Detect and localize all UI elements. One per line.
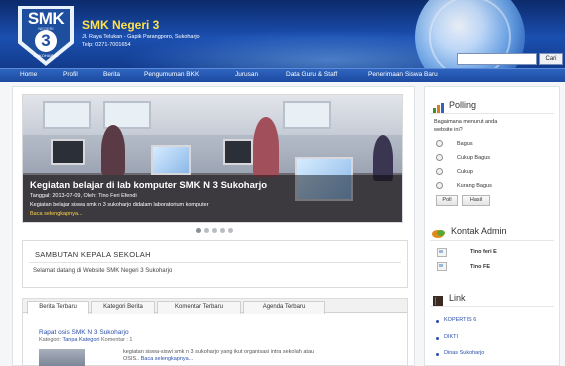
link-dikti[interactable]: DIKTI [444, 334, 458, 340]
page: SMK NEGERI 3 SUKOHARJO SMK Negeri 3 Jl. … [0, 0, 565, 366]
tab-kategori-berita[interactable]: Kategori Berita [91, 301, 155, 314]
nav-item-jurusan[interactable]: Jurusan [235, 71, 258, 78]
slide-photo-monitor [223, 139, 253, 165]
poll-option-label: Cukup [457, 169, 473, 175]
poll-radio-cukup[interactable] [436, 168, 443, 175]
logo-number: 3 [35, 30, 57, 52]
welcome-box: SAMBUTAN KEPALA SEKOLAH Selamat datang d… [22, 240, 408, 288]
divider [430, 306, 554, 307]
link-dinas-sukoharjo[interactable]: Dinas Sukoharjo [444, 350, 484, 356]
post-excerpt-line1: kegiatan siswa-siswi smk n 3 sukoharjo y… [123, 349, 315, 355]
contact-icon [432, 226, 446, 238]
slide-photo-monitor [151, 145, 191, 175]
slider-dot[interactable] [220, 228, 225, 233]
post-thumbnail[interactable] [39, 349, 85, 366]
admin-title: Kontak Admin [451, 226, 507, 236]
site-title[interactable]: SMK Negeri 3 [82, 18, 159, 32]
welcome-title: SAMBUTAN KEPALA SEKOLAH [35, 250, 151, 259]
search-button[interactable]: Cari [539, 53, 563, 65]
post-read-more-link[interactable]: Baca selengkapnya... [141, 356, 194, 362]
slide-photo-window [283, 101, 331, 129]
post-excerpt-line2: OSIS.. Baca selengkapnya... [123, 356, 193, 362]
admin-avatar[interactable] [437, 248, 447, 257]
slide-title[interactable]: Kegiatan belajar di lab komputer SMK N 3… [30, 180, 267, 191]
slide-photo-monitor [51, 139, 85, 165]
post-title-link[interactable]: Rapat osis SMK N 3 Sukoharjo [39, 329, 129, 336]
poll-option-label: Bagus [457, 141, 473, 147]
tab-komentar-terbaru[interactable]: Komentar Terbaru [157, 301, 241, 314]
tab-bar: Berita Terbaru Kategori Berita Komentar … [23, 299, 407, 314]
slider-dot[interactable] [228, 228, 233, 233]
poll-button[interactable]: Poll [436, 195, 458, 206]
tab-berita-terbaru[interactable]: Berita Terbaru [27, 301, 89, 314]
post-meta-prefix: Kategori: [39, 337, 62, 343]
nav-item-penerimaan-siswa-baru[interactable]: Penerimaan Siswa Baru [368, 71, 438, 78]
slider-pagination [196, 228, 240, 234]
nav-item-pengumuman-bkk[interactable]: Pengumuman BKK [144, 71, 199, 78]
bullet-icon [436, 353, 439, 356]
poll-question-line2: website ini? [434, 127, 463, 133]
search-input[interactable] [457, 53, 537, 65]
slide-read-more-link[interactable]: Baca selengkapnya... [30, 211, 83, 217]
welcome-text: Selamat datang di Website SMK Negeri 3 S… [33, 268, 173, 274]
link-title: Link [449, 293, 466, 303]
post-excerpt-end: OSIS.. [123, 356, 140, 362]
slider-dot[interactable] [204, 228, 209, 233]
tab-agenda-terbaru[interactable]: Agenda Terbaru [243, 301, 325, 314]
nav-item-home[interactable]: Home [20, 71, 37, 78]
nav-item-data-guru-staff[interactable]: Data Guru & Staff [286, 71, 337, 78]
site-phone: Telp: 0271-7001654 [82, 42, 131, 48]
polling-title: Polling [449, 100, 477, 110]
nav-item-profil[interactable]: Profil [63, 71, 78, 78]
school-logo[interactable]: SMK NEGERI 3 SUKOHARJO [18, 6, 74, 66]
admin-avatar[interactable] [437, 262, 447, 271]
main-nav: Home Profil Berita Pengumuman BKK Jurusa… [0, 68, 565, 82]
poll-option-label: Cukup Bagus [457, 155, 491, 161]
slide-photo-person [253, 117, 279, 177]
slider-dot[interactable] [196, 228, 201, 233]
post-meta: Kategori: Tanpa Kategori Komentar : 1 [39, 337, 132, 343]
book-icon [433, 293, 443, 306]
divider [29, 262, 401, 263]
slide-photo-window [43, 101, 91, 129]
poll-radio-bagus[interactable] [436, 140, 443, 147]
bar-chart-icon [433, 100, 445, 113]
poll-radio-kurang-bagus[interactable] [436, 182, 443, 189]
poll-option-label: Kurang Bagus [457, 183, 492, 189]
admin-name-link[interactable]: Tino FE [470, 264, 490, 270]
poll-radio-cukup-bagus[interactable] [436, 154, 443, 161]
news-tabs: Berita Terbaru Kategori Berita Komentar … [22, 298, 408, 366]
nav-item-berita[interactable]: Berita [103, 71, 120, 78]
bullet-icon [436, 320, 439, 323]
logo-city: SUKOHARJO [33, 53, 59, 58]
site-address: Jl. Raya Telukan - Gapik Parangporo, Suk… [82, 34, 200, 40]
link-kopertis[interactable]: KOPERTIS 6 [444, 317, 476, 323]
slide-photo-person [101, 125, 125, 175]
poll-question-line1: Bagaimana menurut anda [434, 119, 498, 125]
news-slider[interactable]: Kegiatan belajar di lab komputer SMK N 3… [22, 94, 403, 223]
divider [430, 240, 554, 241]
bullet-icon [436, 337, 439, 340]
slide-description: Kegiatan belajar siswa smk n 3 sukoharjo… [30, 202, 209, 208]
post-category-link[interactable]: Tanpa Kategori [62, 337, 99, 343]
slide-meta: Tanggal: 2013-07-09, Oleh: Tino Feri Efe… [30, 193, 137, 199]
slider-dot[interactable] [212, 228, 217, 233]
poll-result-button[interactable]: Hasil [462, 195, 490, 206]
admin-name-link[interactable]: Tino feri E [470, 249, 497, 255]
divider [430, 113, 554, 114]
post-comments: Komentar : 1 [100, 337, 133, 343]
